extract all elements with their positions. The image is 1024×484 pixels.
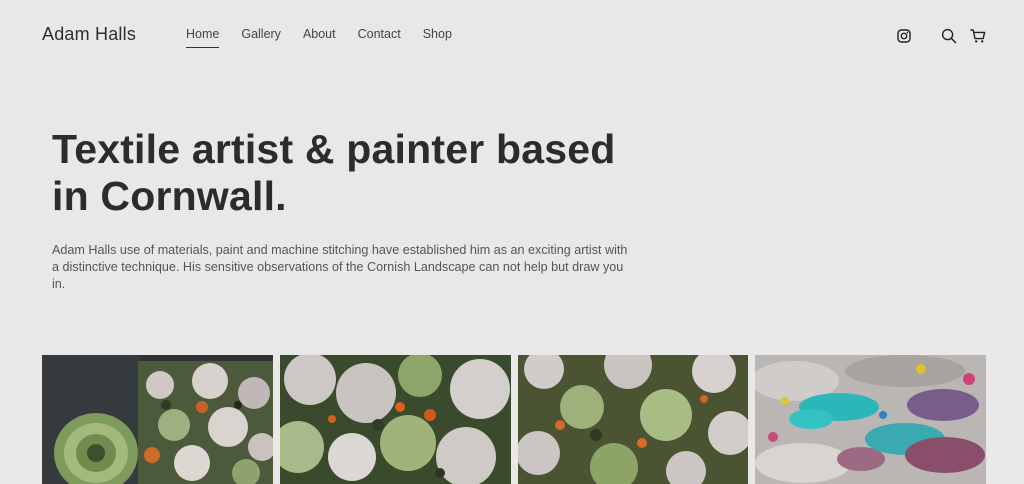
nav-item-shop[interactable]: Shop bbox=[423, 27, 452, 48]
instagram-icon[interactable] bbox=[894, 26, 914, 46]
hero-heading-line-2: in Cornwall. bbox=[52, 173, 287, 219]
artwork-tile-2[interactable] bbox=[279, 355, 511, 484]
nav-item-about[interactable]: About bbox=[303, 27, 336, 48]
header-icons bbox=[894, 26, 988, 46]
hero-description: Adam Halls use of materials, paint and m… bbox=[52, 243, 628, 291]
gallery-strip bbox=[42, 355, 986, 484]
artwork-tile-4[interactable] bbox=[755, 355, 986, 484]
site-header: Adam Halls Home Gallery About Contact Sh… bbox=[0, 0, 1024, 70]
nav-item-contact[interactable]: Contact bbox=[358, 27, 401, 48]
nav-item-home[interactable]: Home bbox=[186, 27, 220, 48]
artwork-tile-3[interactable] bbox=[517, 355, 749, 484]
hero-heading: Textile artist & painter based in Cornwa… bbox=[52, 126, 672, 220]
page: Adam Halls Home Gallery About Contact Sh… bbox=[0, 0, 1024, 484]
nav-item-gallery[interactable]: Gallery bbox=[241, 27, 281, 48]
search-icon[interactable] bbox=[939, 26, 959, 46]
site-title[interactable]: Adam Halls bbox=[42, 24, 136, 45]
artwork-tile-1[interactable] bbox=[42, 355, 273, 484]
hero-heading-line-1: Textile artist & painter based bbox=[52, 126, 616, 172]
cart-icon[interactable] bbox=[968, 26, 988, 46]
main-nav: Home Gallery About Contact Shop bbox=[186, 27, 452, 48]
